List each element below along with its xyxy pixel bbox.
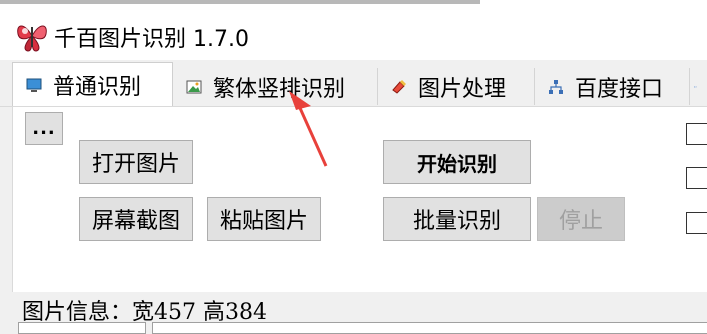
title-bar: 千百图片识别 1.7.0: [0, 10, 707, 60]
open-image-button[interactable]: 打开图片: [79, 140, 193, 184]
start-recognition-button[interactable]: 开始识别: [383, 140, 531, 184]
background-window-fragment: [0, 0, 480, 4]
tab-label: 普通识别: [53, 74, 142, 100]
tab-label: 图片处理: [418, 76, 507, 102]
option-checkbox-2[interactable]: [686, 167, 707, 189]
image-icon: [186, 80, 202, 93]
paste-image-button[interactable]: 粘贴图片: [207, 197, 321, 241]
tab-traditional-vertical[interactable]: 繁体竖排识别: [173, 68, 378, 105]
background-window-edge: [0, 0, 707, 10]
screenshot-button[interactable]: 屏幕截图: [79, 197, 193, 241]
tab-overflow[interactable]: [690, 68, 707, 105]
tab-overflow-icon: [694, 85, 697, 88]
bottom-field-left[interactable]: [18, 322, 146, 334]
butterfly-icon: [17, 25, 47, 52]
batch-recognition-button[interactable]: 批量识别: [383, 197, 531, 241]
window-title: 千百图片识别 1.7.0: [54, 27, 249, 52]
tab-normal-recognition[interactable]: 普通识别: [12, 62, 173, 106]
option-checkbox-1[interactable]: [686, 123, 707, 145]
monitor-icon: [26, 78, 42, 92]
stop-button: 停止: [537, 197, 625, 241]
bottom-field-right[interactable]: [152, 322, 707, 334]
tab-label: 百度接口: [575, 76, 664, 102]
more-options-button[interactable]: ...: [25, 112, 63, 145]
paint-icon: [392, 79, 406, 94]
option-checkbox-3[interactable]: [686, 212, 707, 234]
network-icon: [549, 79, 563, 94]
tab-image-processing[interactable]: 图片处理: [378, 68, 535, 105]
tab-bar: 普通识别 繁体竖排识别 图片处理 百度接口: [0, 60, 707, 107]
tab-baidu-api[interactable]: 百度接口: [535, 68, 690, 105]
tab-label: 繁体竖排识别: [213, 76, 346, 102]
